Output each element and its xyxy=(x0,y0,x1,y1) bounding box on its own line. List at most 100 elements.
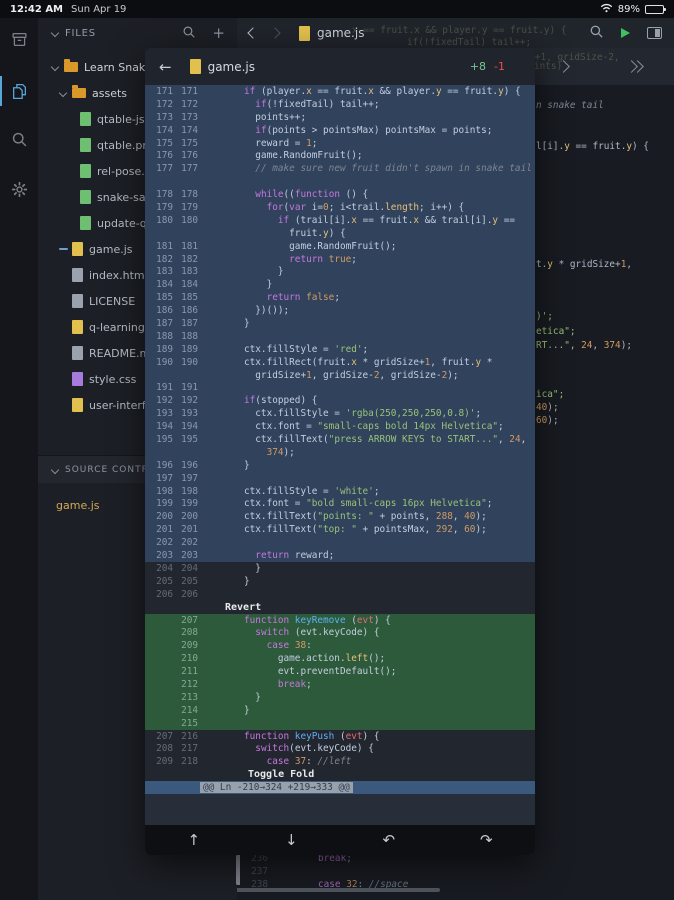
line-number-new: 205 xyxy=(173,576,198,587)
code-text: ctx.font = "small-caps bold 14px Helveti… xyxy=(198,421,504,432)
line-number-old: 179 xyxy=(155,202,173,213)
line-number-old: 190 xyxy=(155,357,173,368)
code-text: } xyxy=(198,692,261,703)
line-number-old: 191 xyxy=(155,382,173,393)
horizontal-scrollbar[interactable] xyxy=(237,888,440,892)
diff-action-toggle-fold[interactable]: Toggle Fold xyxy=(145,768,535,781)
redo-icon[interactable]: ↷ xyxy=(480,833,493,848)
code-text: while((function () { xyxy=(198,189,368,200)
search-icon[interactable] xyxy=(0,124,38,154)
code-text: if (trail[i].x == fruit.x && trail[i].y … xyxy=(198,215,515,226)
code-line: 185185 return false; xyxy=(145,291,535,304)
tree-item-label: LICENSE xyxy=(89,295,135,308)
js-file-icon xyxy=(299,26,310,41)
code-line: 212 break; xyxy=(145,678,535,691)
code-text: } xyxy=(198,705,250,716)
chevron-down-icon xyxy=(46,64,64,70)
line-number-new: 191 xyxy=(173,382,198,393)
code-line: 181181 game.RandomFruit(); xyxy=(145,240,535,253)
code-text: points++; xyxy=(198,112,306,123)
tree-item-label: style.css xyxy=(89,373,136,386)
line-number: 237 xyxy=(237,866,268,877)
line-number-old: 173 xyxy=(155,112,173,123)
code-line: 198198ctx.fillStyle = 'white'; xyxy=(145,485,535,498)
line-number-new: 218 xyxy=(173,756,198,767)
split-editor-icon[interactable] xyxy=(647,27,662,39)
line-number-old: 200 xyxy=(155,511,173,522)
code-line: 195195 ctx.fillText("press ARROW KEYS to… xyxy=(145,433,535,446)
files-icon[interactable] xyxy=(0,76,38,106)
background-code: 236break;237238case 32: //space xyxy=(237,852,674,891)
code-line: 184184 } xyxy=(145,278,535,291)
archive-box-icon[interactable] xyxy=(0,24,38,54)
scroll-up-icon[interactable]: ↑ xyxy=(187,833,200,848)
chevron-down-icon[interactable] xyxy=(51,29,59,37)
tree-item-label: Learn Snake xyxy=(84,61,152,74)
line-number-new: 209 xyxy=(173,640,198,651)
code-text: ctx.fillStyle = 'red'; xyxy=(198,344,368,355)
run-play-icon[interactable] xyxy=(621,28,630,38)
code-text: ctx.font = "bold small-caps 16px Helveti… xyxy=(198,498,492,509)
line-number-old: 181 xyxy=(155,241,173,252)
clock: 12:42 AM xyxy=(10,4,63,15)
line-number-new: 214 xyxy=(173,705,198,716)
code-text: case 37: //left xyxy=(198,756,351,767)
line-number-new: 180 xyxy=(173,215,198,226)
tree-item-label: rel-pose.p xyxy=(97,165,152,178)
line-number-old: 203 xyxy=(155,550,173,561)
line-number-new: 179 xyxy=(173,202,198,213)
code-text: ctx.fillRect(fruit.x * gridSize+1, fruit… xyxy=(198,357,492,368)
code-text: } xyxy=(198,266,284,277)
code-text: reward = 1; xyxy=(198,138,317,149)
activity-bar xyxy=(0,18,38,900)
search-files-icon[interactable] xyxy=(182,24,196,43)
navigate-back-icon[interactable] xyxy=(247,27,258,38)
undo-icon[interactable]: ↶ xyxy=(382,833,395,848)
diff-action-revert[interactable]: Revert xyxy=(145,601,535,614)
line-number-new: 206 xyxy=(173,589,198,600)
code-text: break; xyxy=(198,679,312,690)
back-arrow-icon[interactable]: ← xyxy=(159,58,172,76)
code-line: 206206 xyxy=(145,588,535,601)
line-number-new: 207 xyxy=(173,615,198,626)
tree-item-label: game.js xyxy=(89,243,133,256)
file-icon xyxy=(72,320,83,334)
code-line: 173173 points++; xyxy=(145,111,535,124)
code-line: 215 xyxy=(145,717,535,730)
code-text: ctx.fillStyle = 'white'; xyxy=(198,486,379,497)
scroll-down-icon[interactable]: ↓ xyxy=(285,833,298,848)
line-number-old: 186 xyxy=(155,305,173,316)
line-number-new: 204 xyxy=(173,563,198,574)
line-number-new: 211 xyxy=(173,666,198,677)
code-text: case 38: xyxy=(198,640,312,651)
new-file-icon[interactable]: + xyxy=(212,26,225,41)
settings-gear-icon[interactable] xyxy=(0,174,38,204)
line-number-new: 208 xyxy=(173,627,198,638)
editor-search-icon[interactable] xyxy=(589,24,604,43)
code-text: } xyxy=(198,576,250,587)
code-text: if(stopped) { xyxy=(198,395,317,406)
file-icon xyxy=(72,398,83,412)
diff-header: ← game.js +8 -1 xyxy=(145,48,535,85)
line-number-old: 175 xyxy=(155,138,173,149)
code-line: 209218 case 37: //left xyxy=(145,755,535,768)
hunk-header[interactable]: @@ Ln -210→324 +219→333 @@ xyxy=(145,781,535,794)
line-number-new: 202 xyxy=(173,537,198,548)
code-text: } xyxy=(198,460,250,471)
navigate-forward-icon[interactable] xyxy=(269,27,280,38)
code-line: 211 evt.preventDefault(); xyxy=(145,665,535,678)
code-text: ctx.fillText("press ARROW KEYS to START.… xyxy=(198,434,526,445)
code-text: fruit.y) { xyxy=(198,228,346,239)
status-bar: 12:42 AM Sun Apr 19 89% xyxy=(0,0,674,18)
line-number-new: 213 xyxy=(173,692,198,703)
code-line: 204204 } xyxy=(145,562,535,575)
line-number-new: 177 xyxy=(173,163,198,174)
line-number-new: 183 xyxy=(173,266,198,277)
diff-footer-toolbar: ↑ ↓ ↶ ↷ xyxy=(145,825,535,855)
code-line: 176176 game.RandomFruit(); xyxy=(145,149,535,162)
code-line: 186186 })()); xyxy=(145,304,535,317)
folder-icon xyxy=(72,88,86,98)
line-number-old: 206 xyxy=(155,589,173,600)
line-number-new: 182 xyxy=(173,254,198,265)
code-line: 190190ctx.fillRect(fruit.x * gridSize+1,… xyxy=(145,356,535,369)
